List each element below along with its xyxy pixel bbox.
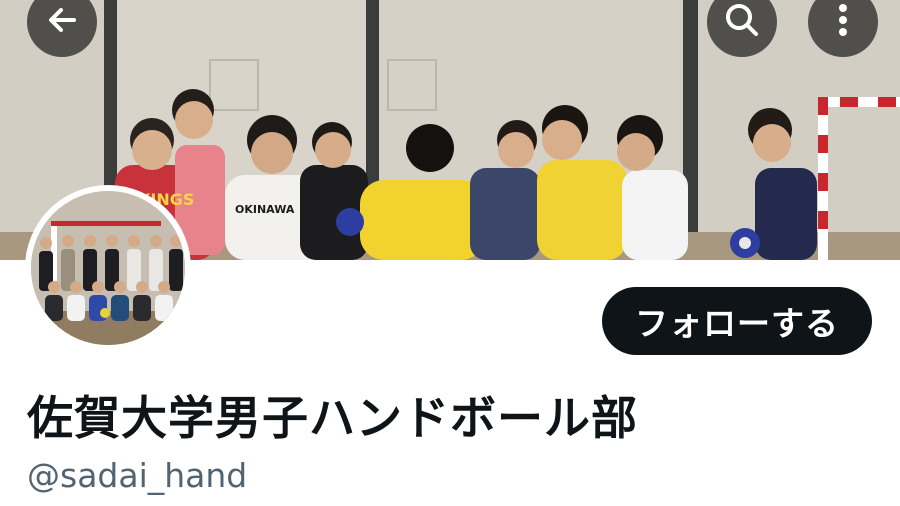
profile-display-name: 佐賀大学男子ハンドボール部: [27, 391, 638, 445]
banner-shirt-text-okinawa: OKINAWA: [235, 203, 295, 216]
follow-button[interactable]: フォローする: [602, 287, 872, 355]
avatar-photo: [31, 191, 185, 345]
search-icon: [722, 0, 762, 44]
profile-avatar[interactable]: [25, 185, 191, 351]
profile-handle: @sadai_hand: [27, 456, 248, 495]
arrow-left-icon: [42, 0, 82, 44]
follow-button-label: フォローする: [635, 304, 839, 343]
more-vertical-icon: [823, 0, 863, 44]
